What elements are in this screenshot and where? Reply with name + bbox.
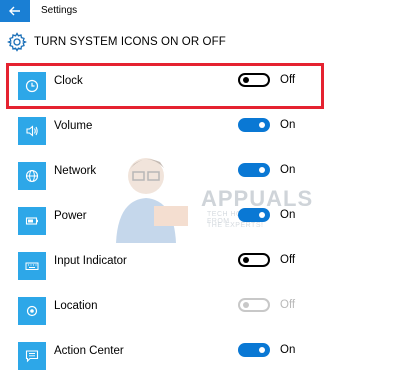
network-tile <box>18 162 46 190</box>
setting-label: Network <box>54 165 97 177</box>
toggle-state: On <box>280 164 296 176</box>
action-center-toggle[interactable] <box>238 343 270 357</box>
page-header: TURN SYSTEM ICONS ON OR OFF <box>0 28 400 56</box>
setting-label: Action Center <box>54 345 124 357</box>
location-icon <box>26 305 38 317</box>
action-center-tile <box>18 342 46 370</box>
setting-row-input-indicator: Input Indicator Off <box>0 248 400 288</box>
gear-icon <box>7 32 27 52</box>
setting-label: Location <box>54 300 98 312</box>
action-center-icon <box>25 350 39 363</box>
input-indicator-toggle[interactable] <box>238 253 270 267</box>
power-toggle[interactable] <box>238 208 270 222</box>
volume-toggle[interactable] <box>238 118 270 132</box>
toggle-state: On <box>280 344 296 356</box>
setting-row-location: Location Off <box>0 293 400 333</box>
network-toggle[interactable] <box>238 163 270 177</box>
setting-label: Input Indicator <box>54 255 127 267</box>
title-bar: Settings <box>0 0 400 22</box>
toggle-state: Off <box>280 254 296 266</box>
setting-row-network: Network On <box>0 158 400 198</box>
volume-tile <box>18 117 46 145</box>
setting-label: Volume <box>54 120 93 132</box>
network-icon <box>25 169 39 183</box>
toggle-state: Off <box>280 299 296 311</box>
power-tile <box>18 207 46 235</box>
battery-icon <box>25 217 38 225</box>
highlight-box <box>6 63 324 109</box>
window-title: Settings <box>41 5 78 16</box>
location-tile <box>18 297 46 325</box>
setting-row-power: Power On <box>0 203 400 243</box>
page-title: TURN SYSTEM ICONS ON OR OFF <box>34 36 226 48</box>
setting-row-action-center: Action Center On <box>0 338 400 378</box>
toggle-state: On <box>280 209 296 221</box>
location-toggle <box>238 298 270 312</box>
volume-icon <box>26 125 38 137</box>
back-button[interactable] <box>0 0 30 22</box>
input-indicator-tile <box>18 252 46 280</box>
toggle-state: On <box>280 119 296 131</box>
keyboard-icon <box>25 262 39 270</box>
back-arrow-icon <box>9 6 20 16</box>
setting-label: Power <box>54 210 87 222</box>
setting-row-volume: Volume On <box>0 113 400 153</box>
